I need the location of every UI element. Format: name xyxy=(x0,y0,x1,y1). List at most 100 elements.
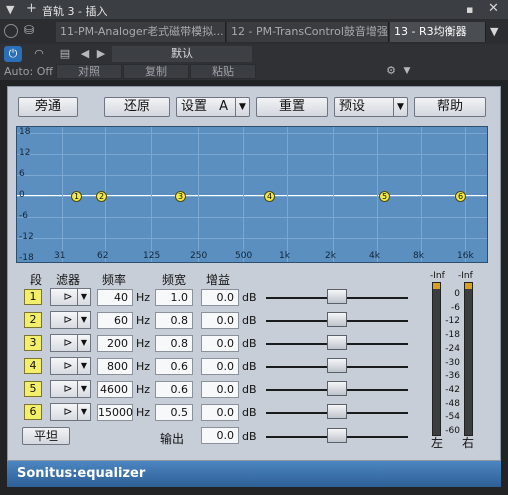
right-meter xyxy=(464,282,473,436)
gain-slider-knob[interactable] xyxy=(327,289,347,304)
band-number[interactable]: 4 xyxy=(24,358,42,374)
band-number[interactable]: 1 xyxy=(24,289,42,305)
restore-button[interactable]: 还原 xyxy=(104,97,170,117)
band-number[interactable]: 6 xyxy=(24,404,42,420)
width-field[interactable]: 0.6 xyxy=(155,381,193,398)
flat-button[interactable]: 平坦 xyxy=(22,427,70,445)
freq-unit: Hz xyxy=(136,337,151,350)
bypass-button[interactable]: 旁通 xyxy=(18,97,78,117)
gain-slider-knob[interactable] xyxy=(327,404,347,419)
width-field[interactable]: 0.8 xyxy=(155,335,193,352)
chevron-down-icon[interactable]: ▼ xyxy=(77,288,91,306)
gain-field[interactable]: 0.0 xyxy=(201,289,239,306)
meter-scale-label: -48 xyxy=(445,398,460,409)
gain-field[interactable]: 0.0 xyxy=(201,312,239,329)
chevron-down-icon[interactable]: ▼ xyxy=(77,380,91,398)
tab-overflow-icon[interactable]: ▼ xyxy=(490,26,498,38)
gain-unit: dB xyxy=(242,406,257,419)
freq-field[interactable]: 60 xyxy=(97,312,133,329)
tab-analoger[interactable]: 11-PM-Analoger老式磁带模拟... xyxy=(56,22,226,42)
eq-curve-graph[interactable]: 18 12 6 0 -6 -12 -18 31 62 125 250 500 1k 2k 4k 8k 16k 1 2… xyxy=(16,126,488,263)
gain-slider-knob[interactable] xyxy=(327,335,347,350)
band-number[interactable]: 5 xyxy=(24,381,42,397)
meter-scale-label: -42 xyxy=(445,384,460,395)
add-icon[interactable]: + xyxy=(26,2,37,15)
close-icon[interactable]: ✕ xyxy=(488,2,499,15)
gain-slider-knob[interactable] xyxy=(327,312,347,327)
setting-select[interactable]: 设置 A ▼ xyxy=(176,97,250,117)
chevron-down-icon[interactable]: ▼ xyxy=(77,334,91,352)
band-number[interactable]: 2 xyxy=(24,312,42,328)
dropdown-icon[interactable]: ▼ xyxy=(398,63,416,79)
menu-chevron-icon[interactable]: ▼ xyxy=(6,4,14,16)
band-header: 段 xyxy=(30,273,43,287)
freq-field[interactable]: 200 xyxy=(97,335,133,352)
chevron-down-icon[interactable]: ▼ xyxy=(77,357,91,375)
freq-field[interactable]: 40 xyxy=(97,289,133,306)
gain-unit: dB xyxy=(242,360,257,373)
chevron-down-icon[interactable]: ▼ xyxy=(77,403,91,421)
tab-label: 11-PM-Analoger老式磁带模拟... xyxy=(60,25,224,38)
help-button[interactable]: 帮助 xyxy=(414,97,486,117)
eq-band-node[interactable]: 5 xyxy=(379,191,390,202)
eq-band-node[interactable]: 4 xyxy=(264,191,275,202)
eq-band-node[interactable]: 2 xyxy=(96,191,107,202)
title-bar: ▼ + 音轨 3 - 插入 ▪ ✕ xyxy=(0,0,508,20)
grid-vline xyxy=(287,127,288,262)
tab-transcontrol[interactable]: 12 - PM-TransControl鼓音增强... xyxy=(227,22,389,42)
gain-field[interactable]: 0.0 xyxy=(201,358,239,375)
width-field[interactable]: 1.0 xyxy=(155,289,193,306)
band-number[interactable]: 3 xyxy=(24,335,42,351)
width-field[interactable]: 0.5 xyxy=(155,404,193,421)
gain-field[interactable]: 0.0 xyxy=(201,381,239,398)
freq-field[interactable]: 4600 xyxy=(97,381,133,398)
next-preset-icon[interactable]: ▶ xyxy=(92,46,110,62)
tab-r3-equalizer[interactable]: 13 - R3均衡器 xyxy=(390,22,486,42)
preset-name[interactable]: 默认 xyxy=(112,46,252,62)
eq-band-node[interactable]: 3 xyxy=(175,191,186,202)
chevron-down-icon: ▼ xyxy=(393,98,407,116)
power-tab-icon[interactable] xyxy=(4,24,18,38)
chevron-down-icon[interactable]: ▼ xyxy=(77,311,91,329)
y-tick-label: 6 xyxy=(19,169,25,179)
freq-field[interactable]: 800 xyxy=(97,358,133,375)
gain-field[interactable]: 0.0 xyxy=(201,335,239,352)
power-button[interactable]: ⏻ xyxy=(4,46,22,62)
gain-field[interactable]: 0.0 xyxy=(201,404,239,421)
pin-icon[interactable]: ▪ xyxy=(466,4,473,16)
output-gain-field[interactable]: 0.0 xyxy=(201,427,239,444)
output-slider-knob[interactable] xyxy=(327,428,347,443)
eq-band-node[interactable]: 1 xyxy=(71,191,82,202)
width-header: 频宽 xyxy=(162,273,187,287)
width-field[interactable]: 0.8 xyxy=(155,312,193,329)
meter-scale-label: -36 xyxy=(445,371,460,382)
freq-field[interactable]: 15000 xyxy=(97,404,133,421)
preset-label: 预设 xyxy=(339,99,366,114)
gain-slider-knob[interactable] xyxy=(327,381,347,396)
paste-button[interactable]: 粘贴 xyxy=(190,64,256,79)
auto-status: Auto: Off xyxy=(4,65,53,78)
meter-scale-label: -12 xyxy=(445,316,460,327)
grid-hline xyxy=(17,154,487,155)
copy-button[interactable]: 复制 xyxy=(123,64,189,79)
meter-scale-label: 0 xyxy=(454,289,460,299)
gain-slider-knob[interactable] xyxy=(327,358,347,373)
width-field[interactable]: 0.6 xyxy=(155,358,193,375)
compare-button[interactable]: 对照 xyxy=(56,64,122,79)
preset-select[interactable]: 预设 ▼ xyxy=(334,97,408,117)
x-tick-label: 8k xyxy=(413,251,424,261)
y-tick-label: -18 xyxy=(19,253,34,263)
x-tick-label: 125 xyxy=(143,251,161,261)
eq-band-node[interactable]: 6 xyxy=(455,191,466,202)
preset-icon[interactable]: ⛁ xyxy=(24,23,40,39)
save-icon[interactable]: ▤ xyxy=(56,46,74,62)
automation-icon[interactable]: ◠ xyxy=(30,46,48,62)
grid-vline xyxy=(333,127,334,262)
setting-value: A xyxy=(219,99,229,114)
window-title: 音轨 3 - 插入 xyxy=(42,5,108,18)
x-tick-label: 16k xyxy=(457,251,474,261)
reset-button[interactable]: 重置 xyxy=(256,97,328,117)
x-tick-label: 4k xyxy=(369,251,380,261)
freq-unit: Hz xyxy=(136,383,151,396)
left-meter-cap xyxy=(433,283,440,289)
